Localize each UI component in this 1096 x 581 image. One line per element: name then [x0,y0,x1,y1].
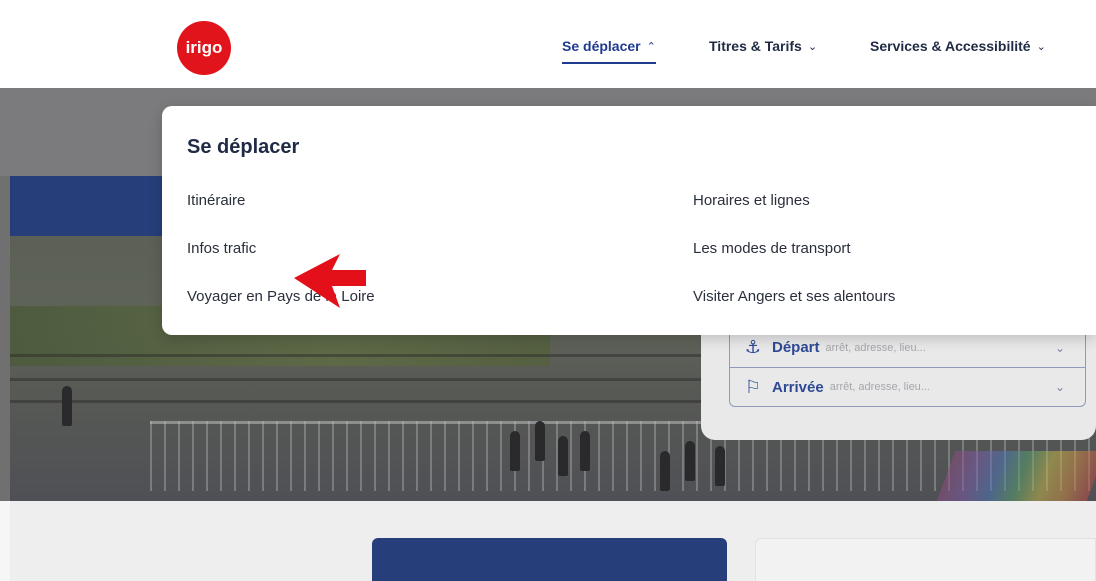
bottom-left-strip [0,501,10,581]
photo-person [62,386,72,426]
feature-card-blue[interactable] [372,538,727,581]
nav-label: Services & Accessibilité [870,38,1031,54]
nav-services-accessibilite[interactable]: Services & Accessibilité ⌄ [870,38,1046,54]
arrivee-label: Arrivée [772,378,824,396]
depart-label: Départ [772,339,820,356]
nav-titres-tarifs[interactable]: Titres & Tarifs ⌄ [709,38,817,54]
nav-se-deplacer[interactable]: Se déplacer ⌃ [562,38,656,64]
chevron-down-icon[interactable]: ⌄ [1055,341,1065,355]
photo-person [558,436,568,476]
chevron-up-icon: ⌃ [646,40,656,53]
menu-link-visiter-angers[interactable]: Visiter Angers et ses alentours [693,288,895,305]
main-nav: Se déplacer ⌃ Titres & Tarifs ⌄ Services… [0,38,1096,68]
menu-link-infos-trafic[interactable]: Infos trafic [187,240,256,257]
arrivee-placeholder: arrêt, adresse, lieu... [829,381,930,393]
photo-person [510,431,520,471]
menu-link-horaires-lignes[interactable]: Horaires et lignes [693,192,810,209]
menu-link-itineraire[interactable]: Itinéraire [187,192,245,209]
photo-person [580,431,590,471]
arrivee-field[interactable]: ⚐ Arrivée arrêt, adresse, lieu... ⌄ [729,367,1086,407]
depart-placeholder: arrêt, adresse, lieu... [825,341,926,354]
photo-person [715,446,725,486]
flag-icon: ⚐ [744,376,762,397]
feature-card-white[interactable] [755,538,1096,581]
anchor-pin-icon: ⚓ [744,337,762,357]
menu-link-modes-transport[interactable]: Les modes de transport [693,240,851,257]
dropdown-title: Se déplacer [187,136,300,158]
photo-person [535,421,545,461]
chevron-down-icon: ⌄ [807,40,818,53]
photo-rainbow-crossing [936,451,1096,501]
site-header: irigo Se déplacer ⌃ Titres & Tarifs ⌄ Se… [0,0,1096,88]
hero-overlay-left [0,176,10,501]
content-section [10,501,1096,581]
chevron-down-icon[interactable]: ⌄ [1055,380,1065,394]
photo-person [660,451,670,491]
photo-person [685,441,695,481]
nav-label: Titres & Tarifs [709,38,802,54]
chevron-down-icon: ⌄ [1036,40,1046,53]
nav-label: Se déplacer [562,38,641,54]
red-arrow-left-icon [294,254,366,308]
